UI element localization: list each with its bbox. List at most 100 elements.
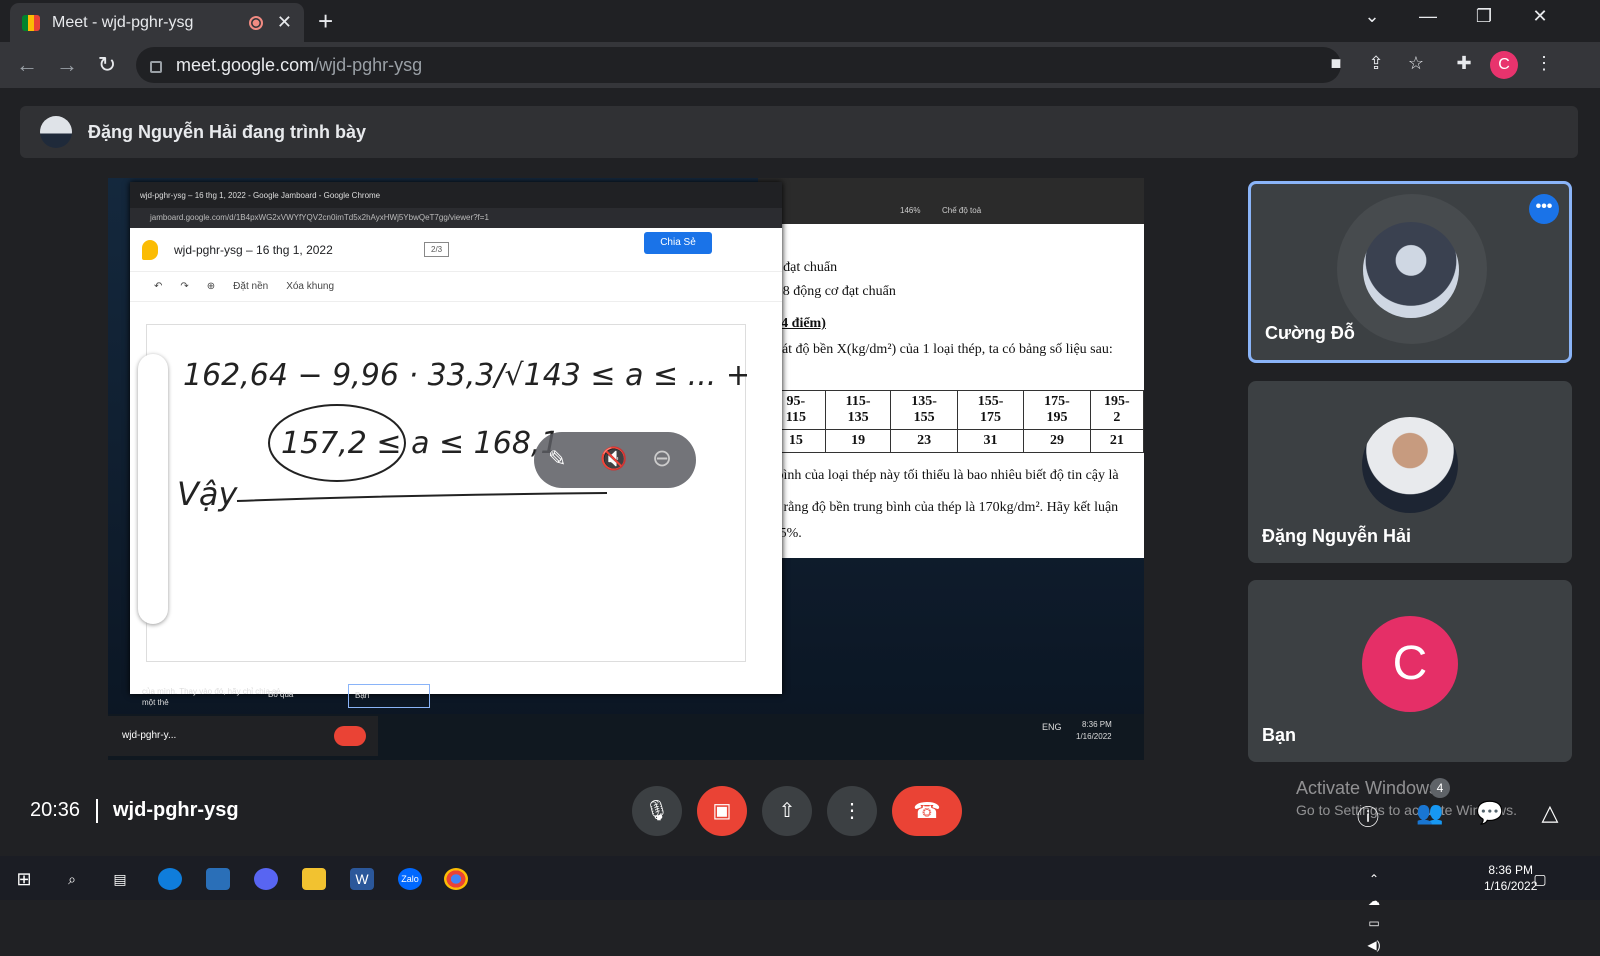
notifications-icon[interactable]: ▢ (1528, 868, 1552, 890)
jamboard-toolbar: ↶ ↷ ⊕ Đặt nền Xóa khung (130, 272, 782, 302)
more-options-icon[interactable]: ••• (1529, 194, 1559, 224)
table-cell: 135-155 (890, 390, 958, 430)
bookmark-star-icon[interactable]: ☆ (1402, 53, 1430, 74)
meeting-code: wjd-pghr-ysg (113, 799, 239, 821)
camera-off-icon: ▣ (712, 800, 732, 822)
task-view-icon[interactable]: ▤ (108, 868, 132, 890)
participant-tile[interactable]: Đặng Nguyễn Hải (1248, 381, 1572, 563)
speaker-muted-icon: 🔇 (600, 446, 628, 471)
meet-favicon-icon (22, 14, 40, 31)
participant-tile[interactable]: ••• Cường Đỗ (1248, 181, 1572, 363)
activities-icon[interactable]: △ (1534, 800, 1566, 826)
avatar: C (1362, 616, 1458, 712)
shared-end-call-icon (334, 726, 366, 746)
people-icon[interactable]: 👥 (1414, 800, 1446, 826)
table-cell: 155-175 (956, 390, 1025, 430)
new-tab-icon[interactable]: + (318, 6, 333, 37)
activate-windows-title: Activate Windows (1296, 778, 1439, 798)
redo-icon: ↷ (180, 281, 189, 292)
lock-icon (150, 61, 162, 73)
browser-toolbar: ← → ↻ meet.google.com/wjd-pghr-ysg ■ ⇪ ☆… (0, 42, 1600, 88)
edge-icon[interactable] (158, 868, 182, 890)
share-page-icon[interactable]: ⇪ (1362, 53, 1390, 74)
close-window-icon[interactable]: ✕ (1520, 6, 1560, 27)
word-icon[interactable]: W (350, 868, 374, 890)
system-tray-icons[interactable]: ⌃ ☁ ▭ ◀) (1362, 868, 1386, 952)
windows-start-icon[interactable]: ⊞ (12, 868, 36, 890)
remove-icon: ⊖ (652, 445, 673, 472)
document-titlebar: 146% Chế độ toả (758, 178, 1144, 224)
avatar (1363, 222, 1459, 318)
camera-off-button[interactable]: ▣ (697, 786, 747, 836)
shared-document-window: 146% Chế độ toả cơ cơ đạt chuẩn á 98 độn… (758, 178, 1144, 558)
jamboard-url: jamboard.google.com/d/1B4pxWG2xVWYfYQV2c… (130, 208, 782, 228)
shared-meet-controls: wjd-pghr-y... (108, 716, 378, 756)
jamboard-titlebar: wjd-pghr-ysg – 16 thg 1, 2022 - Google J… (130, 182, 782, 208)
shared-taskbar-lang: ENG (1042, 722, 1062, 732)
doc-line: ho rằng độ bền trung bình của thép là 17… (766, 500, 1119, 515)
shared-note-text: của mình. Thay vào đó, hãy chỉ chia sẻ m… (142, 687, 281, 707)
participant-name: Đặng Nguyễn Hải (1262, 526, 1412, 546)
undo-icon: ↶ (154, 281, 163, 292)
jamboard-canvas: 162,64 − 9,96 · 33,3/√143 ≤ a ≤ ... + ..… (146, 324, 789, 662)
table-row: 15 19 23 31 29 21 (766, 429, 1144, 453)
profile-avatar[interactable]: C (1490, 51, 1518, 79)
end-call-icon: ☎ (913, 798, 941, 823)
search-icon[interactable]: ⌕ (60, 868, 84, 890)
url-text: meet.google.com/wjd-pghr-ysg (176, 54, 423, 75)
minimize-window-icon[interactable]: — (1408, 6, 1448, 27)
recording-indicator-icon (248, 15, 263, 30)
discord-icon[interactable] (254, 868, 278, 890)
handwriting-line-1: 162,64 − 9,96 · 33,3/√143 ≤ a ≤ ... + ..… (183, 358, 747, 393)
jamboard-share-button: Chia Sẻ (644, 232, 712, 254)
present-now-button[interactable]: ⇧ (762, 786, 812, 836)
participant-tile[interactable]: C Bạn (1248, 580, 1572, 762)
close-tab-icon[interactable]: ✕ (277, 12, 292, 33)
table-cell: 195-2 (1089, 390, 1144, 430)
table-cell: 175-195 (1023, 390, 1091, 430)
handwriting-line-3: Vậy (177, 475, 239, 513)
browser-tabstrip: Meet - wjd-pghr-ysg ✕ + ⌄ — ❐ ✕ (0, 0, 1600, 42)
file-explorer-icon[interactable] (302, 868, 326, 890)
doc-line: g bình của loại thép này tối thiểu là ba… (766, 468, 1119, 483)
jamboard-side-tools (138, 354, 168, 624)
more-options-button[interactable]: ⋮ (827, 786, 877, 836)
leave-call-button[interactable]: ☎ (892, 786, 962, 836)
participant-name: Cường Đỗ (1265, 323, 1355, 343)
shared-taskbar-time: 8:36 PM (1082, 720, 1112, 729)
document-zoom: 146% (900, 206, 921, 215)
table-cell: 19 (824, 429, 892, 453)
shared-skip-text: Bỏ qua (268, 690, 294, 699)
forward-icon[interactable]: → (54, 52, 80, 78)
presenter-avatar (40, 116, 72, 148)
store-icon[interactable] (206, 868, 230, 890)
shared-screen: 146% Chế độ toả cơ cơ đạt chuẩn á 98 độn… (108, 178, 1144, 760)
jamboard-logo-icon (142, 239, 158, 260)
chat-icon[interactable]: 💬 (1474, 800, 1506, 826)
back-icon[interactable]: ← (14, 52, 40, 78)
presenter-text: Đặng Nguyễn Hải đang trình bày (88, 121, 367, 142)
microphone-button[interactable]: 🎙 (632, 786, 682, 836)
restore-window-icon[interactable]: ❐ (1464, 6, 1504, 27)
reload-icon[interactable]: ↻ (94, 52, 120, 78)
meeting-details-icon[interactable]: ⓘ (1352, 800, 1384, 832)
zalo-icon[interactable]: Zalo (398, 868, 422, 890)
camera-in-use-icon[interactable]: ■ (1322, 53, 1350, 74)
extensions-icon[interactable]: ✚ (1450, 53, 1478, 74)
meeting-time: 20:36 (30, 799, 81, 821)
people-count-badge: 4 (1430, 778, 1450, 798)
table-cell: 29 (1023, 429, 1091, 453)
tab-search-icon[interactable]: ⌄ (1352, 6, 1392, 27)
browser-menu-icon[interactable]: ⋮ (1530, 53, 1558, 74)
handwriting-underline (236, 492, 608, 502)
more-vert-icon: ⋮ (842, 800, 862, 822)
browser-tab[interactable]: Meet - wjd-pghr-ysg ✕ (10, 3, 304, 42)
handwriting-drawing: 162,64 − 9,96 · 33,3/√143 ≤ a ≤ ... + ..… (177, 358, 789, 513)
avatar (1362, 417, 1458, 513)
address-bar[interactable]: meet.google.com/wjd-pghr-ysg (136, 47, 1341, 83)
document-mode: Chế độ toả (942, 206, 982, 215)
chrome-icon[interactable] (444, 868, 468, 890)
handwriting-line-2: 157,2 ≤ a ≤ 168,1 (281, 426, 560, 461)
table-cell: 115-135 (824, 390, 892, 430)
doc-line: á 98 động cơ đạt chuẩn (766, 284, 896, 299)
